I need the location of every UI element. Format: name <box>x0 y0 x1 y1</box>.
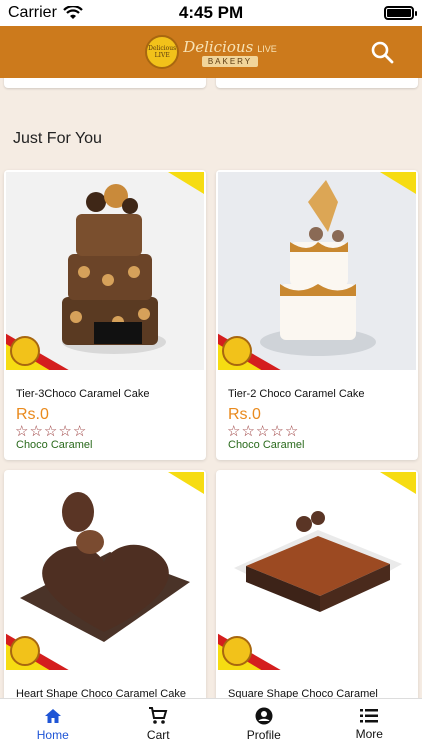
star-icon: ☆ <box>29 423 43 440</box>
content-scroll[interactable]: Just For You Tier-3Choco Caramel Cake Rs… <box>0 78 422 698</box>
tab-label: Home <box>36 728 69 742</box>
tab-cart[interactable]: Cart <box>106 699 212 750</box>
logo-emblem: Delicious LIVE <box>145 35 180 69</box>
product-image <box>6 172 204 370</box>
status-time: 4:45 PM <box>178 3 244 22</box>
wifi-icon <box>63 6 83 19</box>
product-image <box>218 172 416 370</box>
product-card[interactable]: Tier-3Choco Caramel Cake Rs.0 ☆ ☆ ☆ ☆ ☆ Choc… <box>4 170 206 460</box>
product-flavor: Choco Caramel <box>16 439 93 451</box>
star-icon: ☆ <box>255 423 270 440</box>
product-name: Tier-2 Choco Caramel Cake <box>228 388 365 400</box>
logo-text: Delicious LIVE BAKERY <box>183 38 277 67</box>
search-icon[interactable] <box>370 40 394 64</box>
carrier-label: Carrier <box>8 4 57 21</box>
rating-stars: ☆ ☆ ☆ ☆ ☆ <box>15 424 86 439</box>
logo-live: LIVE <box>257 43 277 54</box>
tab-home[interactable]: Home <box>0 699 106 750</box>
tab-label: Profile <box>246 728 281 742</box>
product-name: Square Shape Choco Caramel <box>228 688 378 698</box>
star-icon: ☆ <box>284 423 299 440</box>
tab-label: More <box>355 727 383 741</box>
star-icon: ☆ <box>15 423 29 440</box>
star-icon: ☆ <box>270 423 284 440</box>
product-card[interactable]: Heart Shape Choco Caramel Cake <box>4 470 206 698</box>
tab-profile[interactable]: Profile <box>211 699 317 750</box>
product-price: Rs.0 <box>16 406 49 423</box>
brand-badge <box>222 636 252 666</box>
menu-icon <box>360 709 379 723</box>
tab-label: Cart <box>146 728 170 742</box>
previous-card[interactable] <box>216 78 418 88</box>
status-bar: Carrier 4:45 PM <box>0 0 422 26</box>
profile-icon <box>255 707 273 725</box>
tab-more[interactable]: More <box>317 699 422 750</box>
corner-ribbon <box>168 172 204 194</box>
star-icon: ☆ <box>227 423 241 440</box>
brand-badge <box>222 336 252 366</box>
previous-card[interactable] <box>4 78 206 88</box>
cart-icon <box>149 707 168 724</box>
brand-logo: Delicious LIVE Delicious LIVE BAKERY <box>145 35 277 69</box>
product-image <box>6 472 204 670</box>
rating-stars: ☆ ☆ ☆ ☆ ☆ <box>227 424 298 439</box>
home-icon <box>44 709 61 723</box>
product-flavor: Choco Caramel <box>228 439 305 451</box>
product-card[interactable]: Square Shape Choco Caramel <box>216 470 418 698</box>
star-icon: ☆ <box>58 423 72 440</box>
product-price: Rs.0 <box>228 406 261 423</box>
product-image <box>218 472 416 670</box>
product-card[interactable]: Tier-2 Choco Caramel Cake Rs.0 ☆ ☆ ☆ ☆ ☆ Cho… <box>216 170 418 460</box>
corner-ribbon <box>168 472 204 494</box>
logo-bakery: BAKERY <box>201 55 259 67</box>
status-right <box>274 6 417 20</box>
product-name: Tier-3Choco Caramel Cake <box>16 388 150 400</box>
app-header: Delicious LIVE Delicious LIVE BAKERY <box>0 26 422 78</box>
brand-badge <box>10 636 40 666</box>
brand-badge <box>10 336 40 366</box>
bottom-tab-bar: Home Cart Profile More <box>0 698 422 750</box>
star-icon: ☆ <box>72 423 87 440</box>
previous-row <box>0 78 422 90</box>
corner-ribbon <box>380 172 416 194</box>
status-left: Carrier <box>8 4 148 22</box>
battery-icon <box>384 6 417 20</box>
star-icon: ☆ <box>43 423 58 440</box>
star-icon: ☆ <box>241 423 255 440</box>
section-title: Just For You <box>13 130 102 147</box>
product-name: Heart Shape Choco Caramel Cake <box>16 688 186 698</box>
logo-title: Delicious <box>183 37 254 56</box>
corner-ribbon <box>380 472 416 494</box>
